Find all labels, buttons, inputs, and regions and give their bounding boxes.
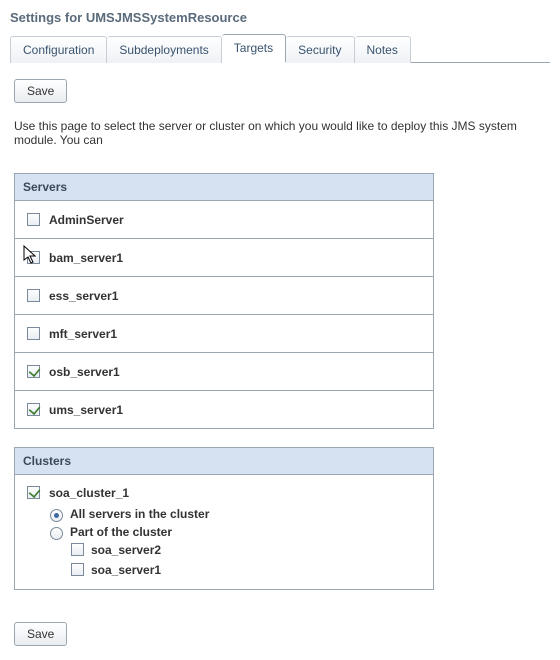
servers-section: Servers AdminServer bam_server1 ess_serv… [14,173,434,429]
server-checkbox-osb-server1[interactable] [27,365,40,378]
server-label: bam_server1 [49,251,123,265]
cluster-mode-part-radio[interactable] [50,527,63,540]
tab-configuration[interactable]: Configuration [10,36,107,63]
tab-targets[interactable]: Targets [222,34,286,63]
intro-text: Use this page to select the server or cl… [14,119,546,147]
cluster-member-checkbox-soa-server1[interactable] [71,563,84,576]
cluster-checkbox-soa-cluster-1[interactable] [27,486,40,499]
save-button[interactable]: Save [14,79,67,103]
server-row: osb_server1 [15,353,433,391]
servers-header: Servers [15,174,433,201]
page-title: Settings for UMSJMSSystemResource [10,10,550,25]
tab-bar: Configuration Subdeployments Targets Sec… [10,33,550,63]
server-label: AdminServer [49,213,124,227]
server-label: osb_server1 [49,365,120,379]
cluster-mode-all-radio[interactable] [50,509,63,522]
clusters-section: Clusters soa_cluster_1 All servers in th… [14,447,434,590]
cluster-mode-part-label: Part of the cluster [70,525,172,539]
save-button[interactable]: Save [14,622,67,646]
server-label: ums_server1 [49,403,123,417]
cluster-member-label: soa_server1 [91,563,161,577]
tab-security[interactable]: Security [286,36,354,63]
cluster-member-label: soa_server2 [91,543,161,557]
server-row: AdminServer [15,201,433,239]
server-checkbox-bam-server1[interactable] [27,251,40,264]
server-row: bam_server1 [15,239,433,277]
server-row: ums_server1 [15,391,433,428]
cluster-mode-all-label: All servers in the cluster [70,507,209,521]
cluster-row: soa_cluster_1 All servers in the cluster… [15,475,433,589]
cluster-label: soa_cluster_1 [49,486,129,500]
server-row: mft_server1 [15,315,433,353]
tab-notes[interactable]: Notes [355,36,411,63]
server-label: ess_server1 [49,289,118,303]
cluster-member-checkbox-soa-server2[interactable] [71,543,84,556]
tab-subdeployments[interactable]: Subdeployments [107,36,221,63]
server-label: mft_server1 [49,327,117,341]
server-checkbox-ums-server1[interactable] [27,403,40,416]
server-row: ess_server1 [15,277,433,315]
server-checkbox-ess-server1[interactable] [27,289,40,302]
server-checkbox-mft-server1[interactable] [27,327,40,340]
server-checkbox-adminserver[interactable] [27,213,40,226]
clusters-header: Clusters [15,448,433,475]
